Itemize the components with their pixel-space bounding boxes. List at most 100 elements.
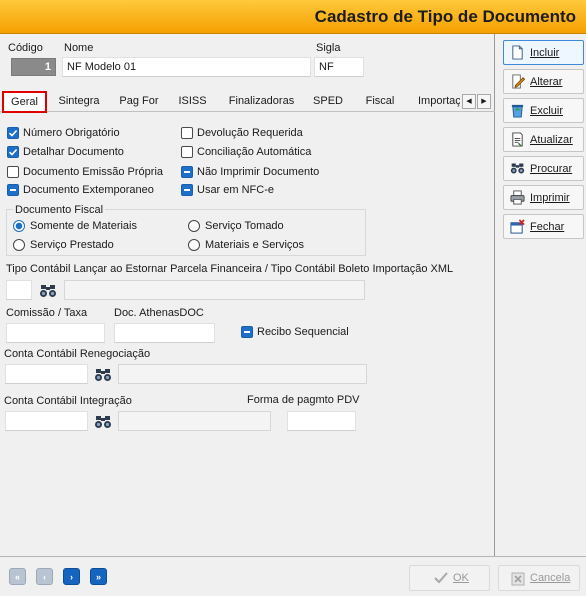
ok-label: OK bbox=[453, 572, 469, 584]
main-panel: Código 1 Nome NF Modelo 01 Sigla NF Gera… bbox=[0, 34, 495, 556]
devolucao-requerida-checkbox[interactable]: Devolução Requerida bbox=[181, 127, 303, 139]
integracao-description-field bbox=[118, 411, 271, 431]
radio-materiais-e-servicos-label: Materiais e Serviços bbox=[205, 239, 305, 251]
procurar-button[interactable]: Procurar bbox=[503, 156, 584, 181]
checkbox-checked-icon bbox=[7, 146, 19, 158]
integracao-label: Conta Contábil Integração bbox=[4, 395, 132, 407]
comissao-field[interactable] bbox=[6, 323, 105, 343]
next-record-icon[interactable]: › bbox=[63, 568, 80, 585]
alterar-button[interactable]: Alterar bbox=[503, 69, 584, 94]
documento-extemporaneo-checkbox[interactable]: Documento Extemporaneo bbox=[7, 184, 154, 196]
binoculars-icon[interactable] bbox=[94, 414, 112, 430]
detalhar-documento-checkbox[interactable]: Detalhar Documento bbox=[7, 146, 124, 158]
checkbox-indeterminate-icon bbox=[181, 184, 193, 196]
imprimir-button[interactable]: Imprimir bbox=[503, 185, 584, 210]
radio-somente-de-materiais[interactable]: Somente de Materiais bbox=[13, 220, 137, 232]
alterar-label: Alterar bbox=[530, 75, 563, 88]
checkbox-indeterminate-icon bbox=[7, 184, 19, 196]
conciliacao-automatica-checkbox[interactable]: Conciliação Automática bbox=[181, 146, 311, 158]
sigla-field[interactable]: NF bbox=[314, 57, 364, 77]
renegociacao-description-field bbox=[118, 364, 367, 384]
documento-emissao-propria-label: Documento Emissão Própria bbox=[23, 166, 164, 178]
tab-scroll-left-icon[interactable]: ◀ bbox=[462, 94, 476, 109]
radio-servico-tomado-label: Serviço Tomado bbox=[205, 220, 284, 232]
tab-importacao[interactable]: Importaç bbox=[410, 92, 460, 112]
recycle-bin-icon bbox=[511, 104, 524, 118]
doc-athenas-field[interactable] bbox=[114, 323, 215, 343]
prev-record-icon[interactable]: ‹ bbox=[36, 568, 53, 585]
tipo-contabil-label: Tipo Contábil Lançar ao Estornar Parcela… bbox=[6, 263, 454, 275]
codigo-field[interactable]: 1 bbox=[11, 58, 56, 76]
codigo-label: Código bbox=[8, 42, 43, 54]
excluir-label: Excluir bbox=[530, 104, 564, 117]
cancela-label: Cancela bbox=[530, 572, 571, 584]
radio-selected-icon bbox=[13, 220, 25, 232]
tab-finalizadoras[interactable]: Finalizadoras bbox=[224, 92, 299, 112]
tab-sintegra[interactable]: Sintegra bbox=[52, 92, 106, 112]
nao-imprimir-documento-label: Não Imprimir Documento bbox=[197, 166, 320, 178]
fechar-button[interactable]: Fechar bbox=[503, 214, 584, 239]
comissao-label: Comissão / Taxa bbox=[6, 307, 88, 319]
atualizar-button[interactable]: Atualizar bbox=[503, 127, 584, 152]
radio-somente-de-materiais-label: Somente de Materiais bbox=[30, 220, 137, 232]
documento-fiscal-title: Documento Fiscal bbox=[13, 204, 106, 216]
refresh-document-icon bbox=[512, 132, 523, 147]
excluir-button[interactable]: Excluir bbox=[503, 98, 584, 123]
first-record-icon[interactable]: « bbox=[9, 568, 26, 585]
forma-pagmto-field[interactable] bbox=[287, 411, 356, 431]
sigla-label: Sigla bbox=[316, 42, 341, 54]
renegociacao-label: Conta Contábil Renegociação bbox=[4, 348, 151, 360]
checkbox-indeterminate-icon bbox=[181, 166, 193, 178]
cancela-button[interactable]: Cancela bbox=[498, 565, 580, 591]
action-sidebar: Incluir Alterar Excluir Atualizar Procur… bbox=[496, 34, 586, 556]
ok-button[interactable]: OK bbox=[409, 565, 490, 591]
incluir-label: Incluir bbox=[530, 46, 560, 59]
radio-servico-prestado[interactable]: Serviço Prestado bbox=[13, 239, 114, 251]
radio-unselected-icon bbox=[188, 239, 200, 251]
radio-unselected-icon bbox=[13, 239, 25, 251]
checkbox-unchecked-icon bbox=[181, 146, 193, 158]
binoculars-icon[interactable] bbox=[94, 367, 112, 383]
incluir-button[interactable]: Incluir bbox=[503, 40, 584, 65]
doc-athenas-label: Doc. AthenasDOC bbox=[114, 307, 204, 319]
radio-servico-tomado[interactable]: Serviço Tomado bbox=[188, 220, 284, 232]
integracao-code-field[interactable] bbox=[5, 411, 88, 431]
new-document-icon bbox=[512, 45, 523, 60]
radio-unselected-icon bbox=[188, 220, 200, 232]
binoculars-icon bbox=[510, 163, 525, 174]
tab-fiscal[interactable]: Fiscal bbox=[358, 92, 402, 112]
radio-servico-prestado-label: Serviço Prestado bbox=[30, 239, 114, 251]
usar-em-nfce-checkbox[interactable]: Usar em NFC-e bbox=[181, 184, 274, 196]
recibo-sequencial-checkbox[interactable]: Recibo Sequencial bbox=[241, 326, 349, 338]
checkbox-indeterminate-icon bbox=[241, 326, 253, 338]
nome-field[interactable]: NF Modelo 01 bbox=[62, 57, 311, 77]
checkbox-unchecked-icon bbox=[181, 127, 193, 139]
binoculars-icon[interactable] bbox=[39, 283, 57, 299]
imprimir-label: Imprimir bbox=[530, 191, 570, 204]
checkbox-checked-icon bbox=[7, 127, 19, 139]
tipo-contabil-code-field[interactable] bbox=[6, 280, 32, 300]
numero-obrigatorio-label: Número Obrigatório bbox=[23, 127, 120, 139]
printer-icon bbox=[510, 190, 525, 205]
radio-materiais-e-servicos[interactable]: Materiais e Serviços bbox=[188, 239, 304, 251]
nome-label: Nome bbox=[64, 42, 94, 54]
checkmark-icon bbox=[434, 572, 448, 584]
usar-em-nfce-label: Usar em NFC-e bbox=[197, 184, 275, 196]
nao-imprimir-documento-checkbox[interactable]: Não Imprimir Documento bbox=[181, 166, 319, 178]
recibo-sequencial-label: Recibo Sequencial bbox=[257, 326, 349, 338]
numero-obrigatorio-checkbox[interactable]: Número Obrigatório bbox=[7, 127, 120, 139]
conciliacao-automatica-label: Conciliação Automática bbox=[197, 146, 312, 158]
documento-emissao-propria-checkbox[interactable]: Documento Emissão Própria bbox=[7, 166, 163, 178]
edit-pencil-icon bbox=[512, 74, 525, 89]
tab-sped[interactable]: SPED bbox=[306, 92, 350, 112]
tab-isiss[interactable]: ISISS bbox=[170, 92, 215, 112]
last-record-icon[interactable]: » bbox=[90, 568, 107, 585]
bottom-bar: « ‹ › » OK Cancela bbox=[0, 556, 586, 596]
tab-scroll-right-icon[interactable]: ▶ bbox=[477, 94, 491, 109]
tab-geral[interactable]: Geral bbox=[2, 91, 47, 113]
close-window-icon bbox=[510, 219, 525, 234]
forma-pagmto-label: Forma de pagmto PDV bbox=[247, 394, 360, 406]
renegociacao-code-field[interactable] bbox=[5, 364, 88, 384]
checkbox-unchecked-icon bbox=[7, 166, 19, 178]
tab-pag-for[interactable]: Pag For bbox=[112, 92, 166, 112]
